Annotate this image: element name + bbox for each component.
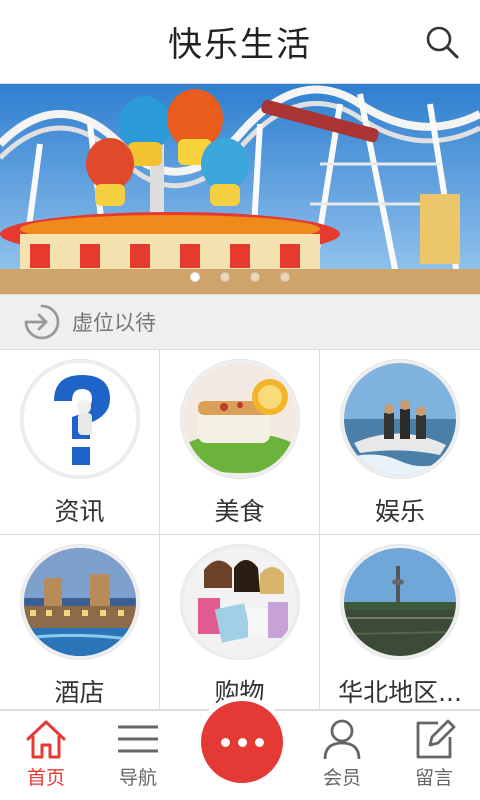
entertainment-image <box>341 360 459 478</box>
user-icon <box>323 719 361 760</box>
category-north-china[interactable]: 华北地区... <box>320 535 480 710</box>
edit-icon <box>416 719 456 759</box>
north-china-image <box>341 545 459 659</box>
tab-nav[interactable]: 导航 <box>92 711 184 800</box>
hotel-image <box>20 545 139 659</box>
home-icon <box>26 720 66 759</box>
page-title: 快乐生活 <box>168 25 312 65</box>
category-news[interactable]: 资讯 <box>0 350 160 535</box>
news-image <box>20 360 139 478</box>
tab-message[interactable]: 留言 <box>388 711 480 800</box>
banner-carousel[interactable] <box>0 84 480 294</box>
carousel-dot[interactable] <box>220 272 230 282</box>
tab-label: 会员 <box>322 767 361 789</box>
category-entertainment[interactable]: 娱乐 <box>320 350 480 535</box>
search-icon[interactable] <box>424 24 460 60</box>
login-arrow-icon <box>24 304 60 340</box>
category-label: 资讯 <box>54 497 105 526</box>
notice-bar[interactable]: 虚位以待 <box>0 294 480 350</box>
carousel-indicator <box>0 272 480 284</box>
category-food[interactable]: 美食 <box>160 350 320 535</box>
carousel-dot[interactable] <box>280 272 290 282</box>
app-header: 快乐生活 <box>0 0 480 84</box>
category-grid: 资讯 美食 娱乐 酒店 购物 华北地区... <box>0 350 480 710</box>
carousel-dot[interactable] <box>190 272 200 282</box>
category-label: 华北地区... <box>338 678 462 707</box>
more-icon <box>201 701 283 783</box>
category-hotel[interactable]: 酒店 <box>0 535 160 710</box>
shopping-image <box>180 545 299 659</box>
category-label: 美食 <box>214 497 265 526</box>
tab-label: 留言 <box>414 767 453 789</box>
category-shopping[interactable]: 购物 <box>160 535 320 710</box>
banner-image <box>0 84 480 294</box>
category-label: 酒店 <box>54 678 105 707</box>
food-image <box>180 360 299 478</box>
tab-label: 导航 <box>118 767 157 789</box>
menu-icon <box>118 725 158 753</box>
tab-label: 首页 <box>26 767 65 789</box>
carousel-dot[interactable] <box>250 272 260 282</box>
more-button[interactable] <box>196 696 288 788</box>
tab-member[interactable]: 会员 <box>296 711 388 800</box>
category-label: 娱乐 <box>374 497 425 526</box>
tab-home[interactable]: 首页 <box>0 711 92 800</box>
notice-text: 虚位以待 <box>72 311 156 335</box>
